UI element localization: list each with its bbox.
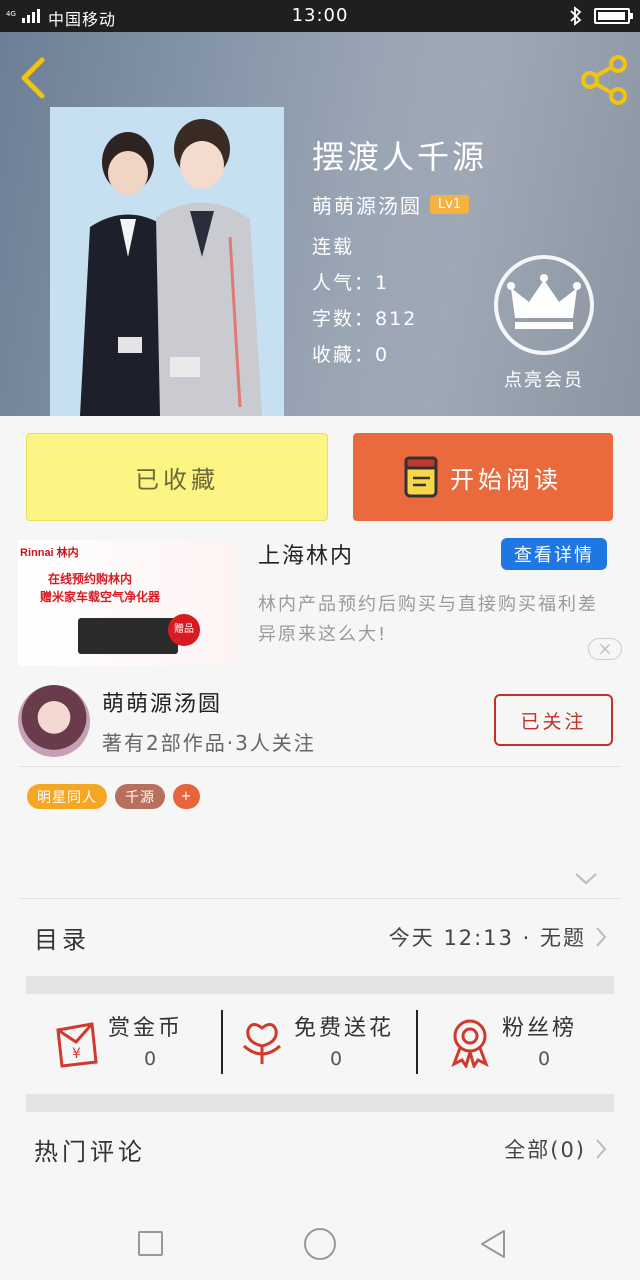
red-envelope-icon: ¥	[56, 1022, 98, 1068]
ad-image-line2: 赠米家车载空气净化器	[40, 590, 161, 604]
start-reading-label: 开始阅读	[450, 465, 562, 494]
book-author[interactable]: 萌萌源汤圆	[312, 190, 422, 219]
favorites-value: 0	[375, 344, 390, 366]
ad-gift-stamp: 赠品	[168, 614, 200, 646]
section-separator	[26, 976, 614, 994]
tag-qianyuan[interactable]: 千源	[115, 784, 165, 809]
reward-label: 赏金币	[108, 1016, 184, 1041]
ad-title[interactable]: 上海林内	[258, 538, 354, 570]
add-tag-button[interactable]: +	[173, 784, 200, 809]
cover-illustration	[50, 107, 284, 416]
follow-button[interactable]: 已关注	[494, 694, 613, 746]
battery-icon	[594, 8, 633, 24]
word-count-stat: 字数：812	[312, 304, 417, 331]
medal-icon	[451, 1019, 489, 1068]
share-icon[interactable]	[578, 54, 630, 106]
stat-separator	[221, 1010, 223, 1074]
toc-latest: 今天 12:13 · 无题	[389, 922, 614, 952]
back-icon[interactable]	[14, 54, 54, 102]
divider	[18, 898, 622, 899]
stat-separator	[416, 1010, 418, 1074]
vip-label[interactable]: 点亮会员	[486, 366, 602, 392]
flower-icon	[243, 1023, 281, 1064]
collected-button[interactable]: 已收藏	[26, 433, 328, 521]
word-count-value: 812	[375, 308, 418, 330]
favorites-stat: 收藏：0	[312, 340, 389, 367]
clock: 13:00	[291, 5, 349, 26]
fan-ranking-label: 粉丝榜	[502, 1016, 578, 1041]
popularity-value: 1	[375, 272, 390, 294]
author-stats: 著有2部作品·3人关注	[102, 731, 316, 755]
flower-label: 免费送花	[294, 1016, 395, 1041]
hot-comments-row[interactable]: 热门评论 全部(0)	[26, 1112, 614, 1186]
status-bar: 4G 中国移动 13:00	[0, 0, 640, 32]
start-reading-button[interactable]: 开始阅读	[353, 433, 613, 521]
ad-brand: Rinnai 林内	[20, 547, 79, 559]
svg-text:¥: ¥	[72, 1046, 81, 1062]
comments-all-label: 全部(0)	[504, 1138, 586, 1162]
latest-chapter: 今天 12:13 · 无题	[388, 926, 586, 950]
back-nav-icon[interactable]	[478, 1228, 508, 1260]
toc-title: 目录	[34, 925, 90, 954]
popularity-label: 人气：	[312, 272, 376, 294]
book-icon	[404, 456, 438, 498]
book-cover[interactable]	[50, 107, 284, 416]
ad-image[interactable]: Rinnai 林内 在线预约购林内 赠米家车载空气净化器 赠品	[18, 540, 235, 666]
home-icon[interactable]	[304, 1228, 336, 1260]
chevron-right-icon	[596, 1139, 607, 1159]
level-badge: Lv1	[430, 195, 470, 214]
tag-list: 明星同人 千源 +	[27, 784, 200, 809]
word-count-label: 字数：	[312, 308, 376, 330]
flower-value: 0	[329, 1048, 343, 1070]
favorites-label: 收藏：	[312, 344, 376, 366]
ad-close-icon[interactable]	[588, 638, 622, 660]
book-author-row[interactable]: 萌萌源汤圆 Lv1	[312, 190, 470, 219]
collected-label: 已收藏	[135, 465, 219, 494]
ad-product-image	[78, 618, 178, 654]
book-header: 摆渡人千源 萌萌源汤圆 Lv1 连载 人气：1 字数：812 收藏：0 点亮会员	[0, 32, 640, 416]
ad-detail-button[interactable]: 查看详情	[501, 538, 607, 570]
hot-comments-title: 热门评论	[34, 1137, 146, 1166]
comments-all[interactable]: 全部(0)	[504, 1134, 614, 1164]
toc-row[interactable]: 目录 今天 12:13 · 无题	[26, 900, 614, 974]
tag-fandom[interactable]: 明星同人	[27, 784, 107, 809]
section-separator	[26, 1094, 614, 1112]
divider	[18, 766, 622, 767]
book-title: 摆渡人千源	[312, 138, 488, 176]
popularity-stat: 人气：1	[312, 268, 389, 295]
fan-ranking-value: 0	[537, 1048, 551, 1070]
chevron-down-icon[interactable]	[574, 872, 598, 886]
crown-icon[interactable]	[493, 254, 595, 356]
chevron-right-icon	[596, 927, 607, 947]
reward-value: 0	[143, 1048, 157, 1070]
recent-apps-icon[interactable]	[138, 1231, 163, 1256]
serial-status: 连载	[312, 236, 355, 258]
author-name[interactable]: 萌萌源汤圆	[102, 686, 222, 718]
bluetooth-icon	[570, 6, 582, 26]
ad-description[interactable]: 林内产品预约后购买与直接购买福利差异原来这么大!	[258, 590, 608, 650]
ad-image-line1: 在线预约购林内	[48, 572, 133, 586]
system-nav-bar	[0, 1200, 640, 1280]
author-avatar[interactable]	[18, 685, 90, 757]
